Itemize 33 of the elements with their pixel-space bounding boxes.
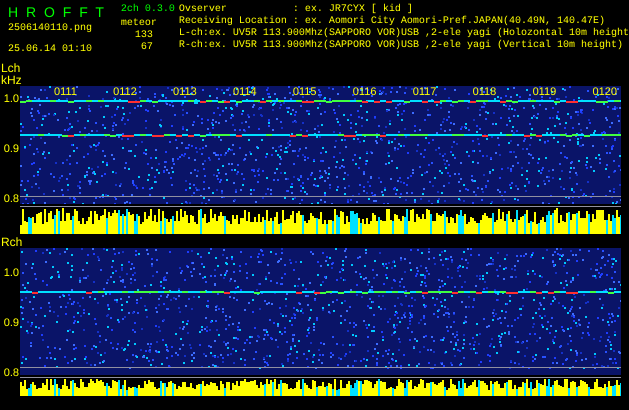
time-label: 0120: [592, 86, 617, 98]
axis-label: 0.9: [4, 144, 19, 155]
info-value: : ex. JR7CYX [ kid ]: [292, 4, 413, 16]
info-label: Receiving Location: [178, 16, 288, 28]
axis-label: 0.8: [4, 368, 19, 379]
time-label: 0116: [352, 86, 376, 98]
channel-label: Rch: [0, 236, 22, 248]
info-label: Ovserver: [178, 4, 228, 16]
time-label: 0112: [113, 86, 137, 98]
info-value: ex. UV5R 113.900Mhz(SAPPORO VOR)USB ,2-ele yagi (Vertical 10m height): [208, 40, 623, 52]
info-label: R-ch:: [178, 40, 209, 52]
app-title: H R O F F T: [8, 4, 104, 20]
time-label: 0119: [532, 86, 556, 98]
timestamp: 25.06.14 01:10: [8, 44, 92, 56]
axis-label: 0.8: [4, 194, 19, 205]
time-label: 0114: [232, 86, 257, 98]
meteor-count: 67: [140, 42, 153, 54]
time-label: 0111: [54, 86, 77, 98]
info-label: L-ch:: [178, 28, 209, 40]
meteor-count: 133: [134, 30, 153, 42]
unit-label: kHz: [0, 74, 22, 86]
info-value: : ex. Aomori City Aomori-Pref.JAPAN(40.49N, 140.47E): [292, 16, 605, 28]
channel-label: Lch: [0, 62, 20, 74]
filename: 2506140110.png: [8, 23, 92, 35]
axis-label: 1.0: [4, 268, 19, 279]
axis-label: 1.0: [4, 94, 19, 105]
axis-label: 0.9: [4, 318, 19, 329]
count-label: meteor: [120, 18, 157, 30]
time-label: 0115: [292, 86, 317, 98]
time-label: 0118: [472, 86, 496, 98]
time-label: 0117: [412, 86, 436, 98]
version: 2ch 0.3.0: [120, 4, 175, 16]
info-value: ex. UV5R 113.900Mhz(SAPPORO VOR)USB ,2-ele yagi (Holozontal 10m height: [208, 28, 629, 40]
